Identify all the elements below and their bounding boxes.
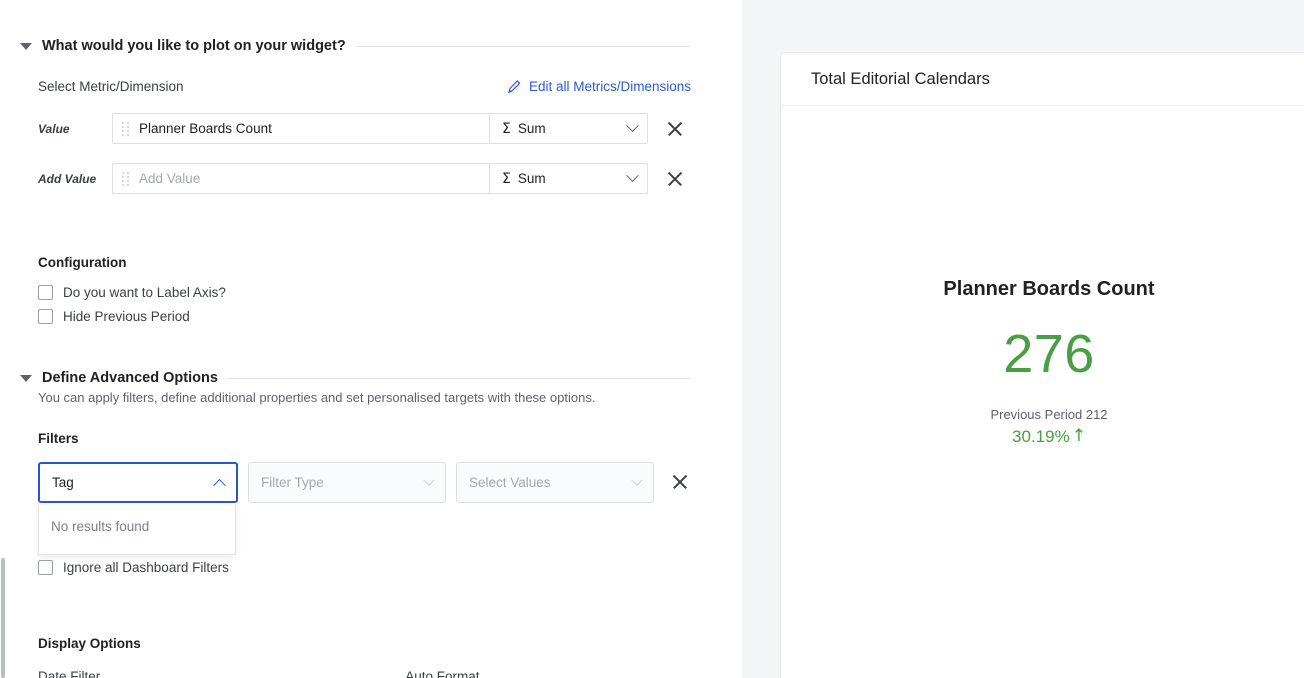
filter-field-value: Tag [52,475,74,490]
auto-format-label: Auto Format [405,669,480,678]
widget-card-header: Total Editorial Calendars [781,53,1304,106]
remove-filter-button[interactable] [668,470,692,494]
hide-previous-period-label: Hide Previous Period [63,308,190,324]
metric-field[interactable]: Add Value [113,164,490,193]
chevron-up-icon [213,478,226,492]
pencil-icon [507,80,521,93]
sigma-icon: Σ [502,170,511,187]
drag-handle-icon[interactable] [122,171,129,186]
checkbox-row-label-axis[interactable]: Do you want to Label Axis? [0,280,742,304]
filter-values-placeholder: Select Values [469,475,551,490]
aggregation-select[interactable]: Σ Sum [490,164,647,193]
checkbox-row-ignore-dashboard-filters[interactable]: Ignore all Dashboard Filters [0,555,742,579]
metric-row-add-value: Add Value Add Value Σ Sum [0,163,742,194]
display-options-title: Display Options [38,636,141,651]
display-options-row: Date Filter Auto Format [0,669,742,678]
metric-field-value: Planner Boards Count [139,121,272,136]
edit-all-metrics-label: Edit all Metrics/Dimensions [528,79,691,94]
filter-type-placeholder: Filter Type [261,475,324,490]
header-rule [355,45,690,47]
filter-field-dropdown[interactable]: No results found [38,505,236,555]
filter-row: Tag No results found Filter Type Select … [0,462,742,555]
dropdown-empty-message: No results found [51,519,150,534]
kpi-value: 276 [1003,323,1095,384]
remove-metric-button[interactable] [663,167,687,191]
label-axis-checkbox[interactable] [38,284,53,300]
drag-handle-icon[interactable] [122,121,129,136]
label-axis-label: Do you want to Label Axis? [63,284,226,300]
metric-row-label: Value [38,121,70,136]
filters-title: Filters [38,431,79,446]
widget-title: Total Editorial Calendars [811,69,990,88]
kpi-previous-period: Previous Period 212 [990,406,1108,422]
chevron-down-icon [631,474,643,486]
edit-all-metrics-link[interactable]: Edit all Metrics/Dimensions [507,79,691,94]
ignore-dashboard-filters-label: Ignore all Dashboard Filters [63,559,229,575]
config-panel: What would you like to plot on your widg… [0,0,742,678]
aggregation-value: Sum [517,171,546,186]
kpi-delta-value: 30.19% [1012,426,1070,446]
kpi-metric-name: Planner Boards Count [943,277,1155,300]
advanced-section-description: You can apply filters, define additional… [38,390,596,405]
filter-values-select[interactable]: Select Values [456,462,654,503]
chevron-down-icon [626,169,639,183]
metric-header-row: Select Metric/Dimension Edit all Metrics… [0,79,742,94]
plot-section-title: What would you like to plot on your widg… [42,38,346,54]
kpi-delta: 30.19% ↑ [1012,427,1086,447]
remove-metric-button[interactable] [663,117,687,141]
checkbox-row-hide-previous-period[interactable]: Hide Previous Period [0,304,742,328]
sigma-icon: Σ [502,120,511,137]
filter-type-select[interactable]: Filter Type [248,462,446,503]
chevron-down-icon[interactable] [20,43,32,50]
metric-combo: Add Value Σ Sum [112,163,648,194]
plot-section-header[interactable]: What would you like to plot on your widg… [0,38,742,54]
aggregation-select[interactable]: Σ Sum [490,114,647,143]
hide-previous-period-checkbox[interactable] [38,308,53,324]
preview-pane: Total Editorial Calendars Planner Boards… [742,0,1304,678]
configuration-title: Configuration [38,255,127,270]
arrow-up-icon: ↑ [1071,426,1086,446]
filter-field-select[interactable]: Tag No results found [38,462,238,555]
chevron-down-icon[interactable] [20,375,32,382]
chevron-down-icon [423,474,435,486]
metric-combo: Planner Boards Count Σ Sum [112,113,648,144]
widget-preview-card: Total Editorial Calendars Planner Boards… [780,52,1304,678]
widget-card-body: Planner Boards Count 276 Previous Period… [781,107,1304,678]
select-metric-label: Select Metric/Dimension [38,79,184,94]
date-filter-label: Date Filter [38,669,101,678]
metric-row-value: Value Planner Boards Count Σ Sum [0,113,742,144]
header-rule [227,377,690,379]
ignore-dashboard-filters-checkbox[interactable] [38,559,53,575]
config-panel-content: What would you like to plot on your widg… [0,0,742,678]
chevron-down-icon [626,119,639,133]
metric-field-placeholder: Add Value [139,171,201,186]
metric-field[interactable]: Planner Boards Count [113,114,490,143]
advanced-section-title: Define Advanced Options [42,370,218,386]
metric-row-label: Add Value [38,171,97,186]
aggregation-value: Sum [517,121,546,136]
advanced-section-header[interactable]: Define Advanced Options [0,370,742,386]
widget-editor-screen: What would you like to plot on your widg… [0,0,1304,678]
